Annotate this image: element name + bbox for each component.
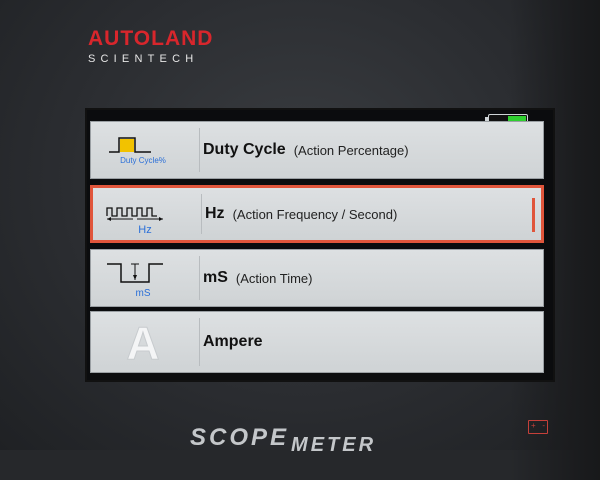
hz-subtitle: (Action Frequency / Second) — [232, 206, 398, 222]
ampere-icon: A — [91, 312, 195, 372]
hz-title: Hz — [205, 205, 225, 222]
power-battery-icon: + - — [528, 420, 548, 434]
ms-title: mS — [203, 269, 228, 286]
ampere-symbol: A — [126, 317, 160, 370]
menu-item-ms[interactable]: mS mS (Action Time) — [90, 249, 544, 307]
brand-logo: AUTOLAND SCIENTECH — [88, 28, 213, 66]
ms-subtitle: (Action Time) — [235, 270, 313, 286]
ms-label: mS (Action Time) — [203, 250, 312, 306]
footer-text-scope: SCOPE — [190, 424, 290, 451]
frequency-icon: Hz — [93, 188, 197, 240]
menu-item-duty-cycle[interactable]: Duty Cycle% Duty Cycle (Action Percentag… — [90, 121, 544, 179]
pulse-time-icon: mS — [91, 250, 195, 306]
footer-text-meter: METER — [291, 434, 377, 456]
device-footer-logo: SCOPE METER — [190, 424, 460, 456]
duty-cycle-icon: Duty Cycle% — [91, 122, 195, 178]
duty-cycle-label: Duty Cycle (Action Percentage) — [203, 122, 409, 178]
menu-item-hz[interactable]: Hz Hz (Action Frequency / Second) — [90, 185, 544, 243]
duty-cycle-title: Duty Cycle — [203, 141, 286, 158]
ms-caption: mS — [135, 288, 151, 299]
brand-subtitle: SCIENTECH — [88, 53, 199, 65]
item-divider — [199, 318, 200, 366]
duty-cycle-caption: Duty Cycle% — [120, 156, 166, 165]
item-divider — [199, 128, 200, 172]
menu-item-ampere[interactable]: A Ampere — [90, 311, 544, 373]
hz-label: Hz (Action Frequency / Second) — [205, 188, 397, 240]
item-divider — [201, 194, 202, 234]
ampere-title: Ampere — [203, 333, 263, 350]
duty-cycle-subtitle: (Action Percentage) — [293, 142, 409, 158]
item-divider — [199, 256, 200, 300]
brand-name: AUTOLAND — [88, 27, 214, 50]
selection-marker — [532, 198, 535, 232]
hz-caption: Hz — [138, 224, 152, 236]
ampere-label: Ampere — [203, 312, 263, 372]
